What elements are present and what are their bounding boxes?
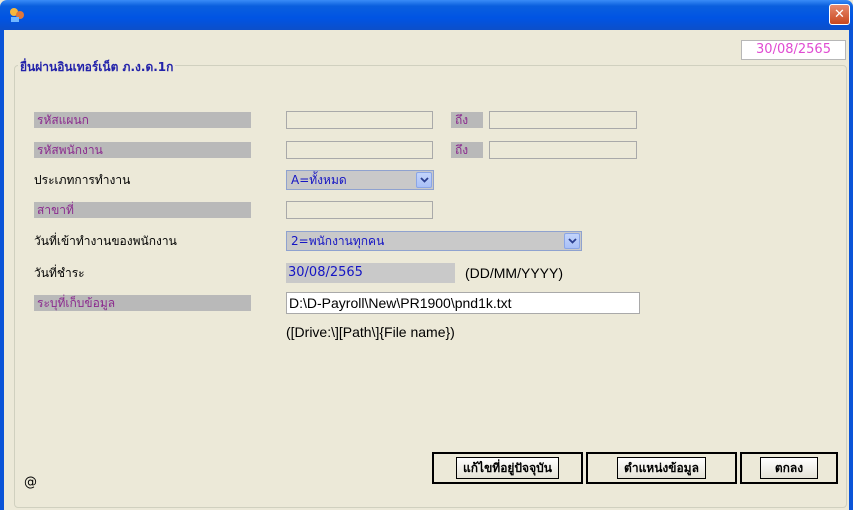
storage-label: ระบุที่เก็บข้อมูล (34, 295, 251, 311)
close-icon: ✕ (834, 7, 845, 22)
app-icon (10, 8, 24, 22)
work-type-select[interactable]: A=ทั้งหมด (286, 170, 434, 190)
current-date: 30/08/2565 (741, 40, 846, 60)
dialog-body: 30/08/2565 ยื่นผ่านอินเทอร์เน็ต ภ.ง.ด.1ก… (4, 30, 849, 510)
edit-address-button[interactable]: แก้ไขที่อยู่ปัจจุบัน (432, 452, 583, 484)
pay-date-input[interactable]: 30/08/2565 (286, 263, 455, 283)
department-from-input[interactable] (286, 111, 433, 129)
chevron-down-icon[interactable] (564, 233, 580, 249)
chevron-down-icon[interactable] (416, 172, 432, 188)
edit-address-button-label: แก้ไขที่อยู่ปัจจุบัน (456, 457, 559, 479)
data-position-button[interactable]: ตำแหน่งข้อมูล (586, 452, 737, 484)
start-date-select[interactable]: 2=พนักงานทุกคน (286, 231, 582, 251)
pay-date-label: วันที่ชำระ (34, 266, 85, 280)
employee-label: รหัสพนักงาน (34, 142, 251, 158)
branch-input[interactable] (286, 201, 433, 219)
ok-button[interactable]: ตกลง (740, 452, 838, 484)
title-bar[interactable]: ✕ (0, 0, 853, 30)
employee-thru-label: ถึง (451, 142, 483, 158)
pay-date-format-hint: (DD/MM/YYYY) (465, 265, 563, 281)
work-type-label: ประเภทการทำงาน (34, 173, 131, 187)
employee-to-input[interactable] (489, 141, 637, 159)
window-frame-right (849, 30, 853, 510)
work-type-value: A=ทั้งหมด (291, 173, 347, 187)
employee-from-input[interactable] (286, 141, 433, 159)
status-symbol: @ (24, 475, 37, 490)
start-date-value: 2=พนักงานทุกคน (291, 234, 385, 248)
storage-format-hint: ([Drive:\][Path\]{File name}) (286, 324, 455, 340)
branch-label: สาขาที่ (34, 202, 251, 218)
department-thru-label: ถึง (451, 112, 483, 128)
data-position-button-label: ตำแหน่งข้อมูล (617, 457, 706, 479)
department-to-input[interactable] (489, 111, 637, 129)
close-button[interactable]: ✕ (829, 4, 850, 25)
storage-path-input[interactable]: D:\D-Payroll\New\PR1900\pnd1k.txt (286, 292, 640, 314)
start-date-label: วันที่เข้าทำงานของพนักงาน (34, 234, 177, 248)
group-box (14, 65, 847, 508)
ok-button-label: ตกลง (759, 457, 819, 479)
department-label: รหัสแผนก (34, 112, 251, 128)
group-title: ยื่นผ่านอินเทอร์เน็ต ภ.ง.ด.1ก (18, 58, 176, 77)
